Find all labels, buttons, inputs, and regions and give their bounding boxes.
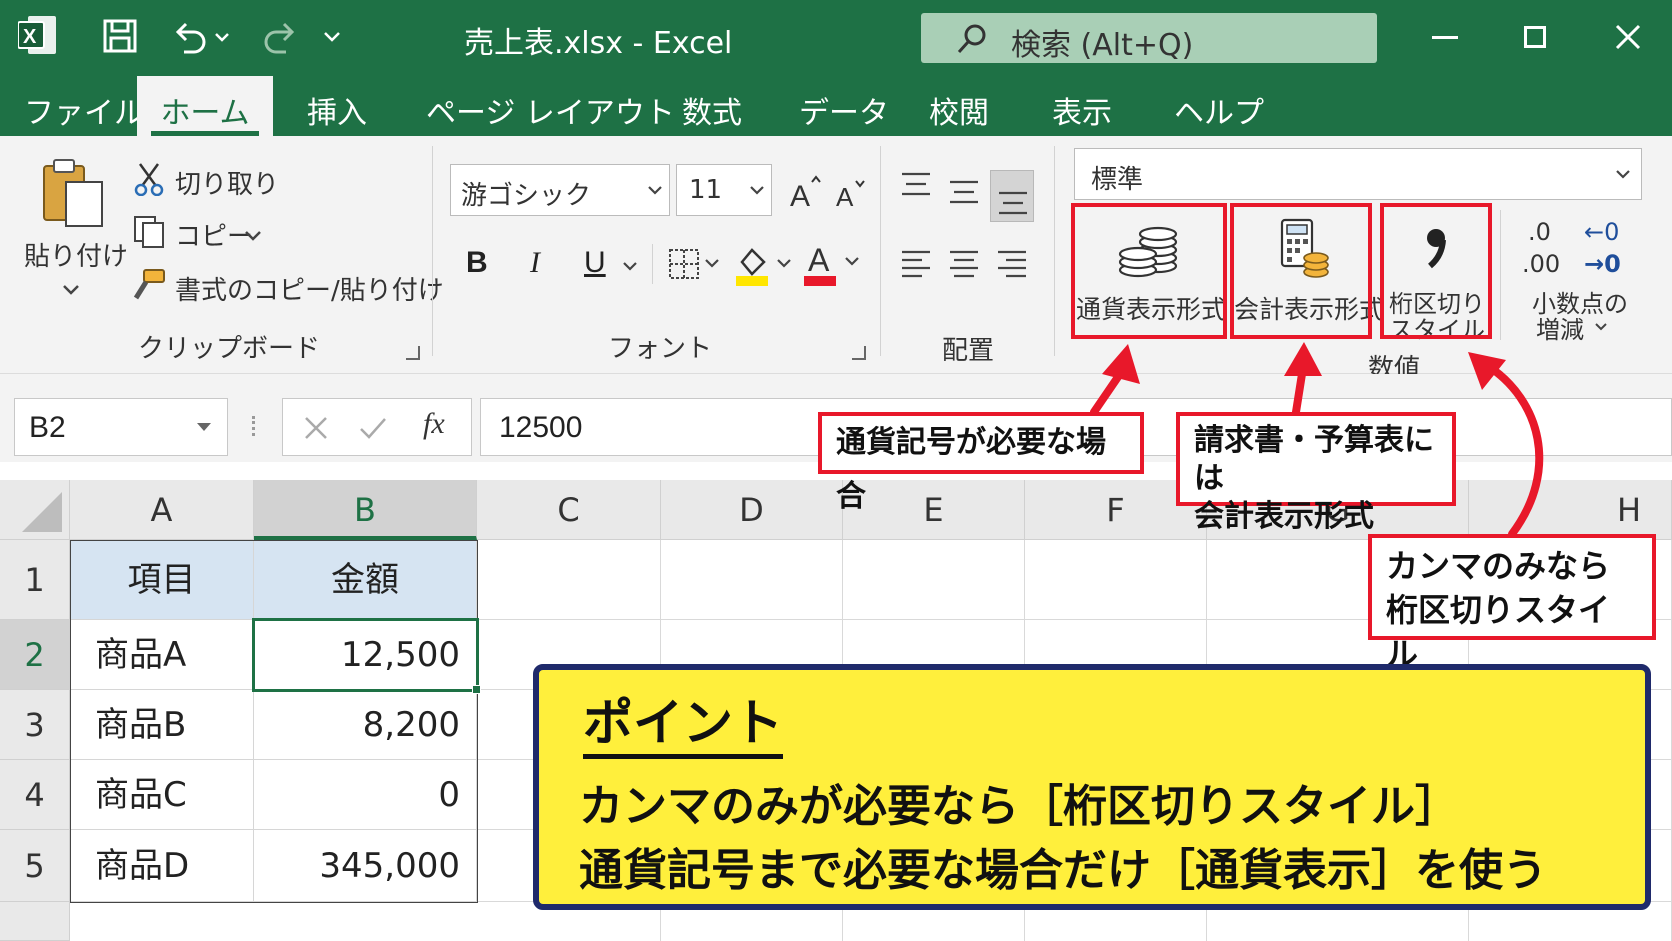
point-line1: カンマのみが必要なら［桁区切りスタイル］ <box>579 781 1459 832</box>
accounting-callout-line2: 会計表示形式 <box>1194 499 1374 534</box>
currency-arrowhead <box>1102 344 1140 384</box>
point-box: ポイント カンマのみが必要なら［桁区切りスタイル］ 通貨記号まで必要な場合だけ［… <box>533 664 1651 910</box>
accounting-callout: 請求書・予算表には 会計表示形式 <box>1176 412 1456 534</box>
accounting-arrowhead <box>1284 342 1322 376</box>
accounting-callout-line1: 請求書・予算表には <box>1194 423 1434 496</box>
comma-callout-line1: カンマのみなら <box>1386 547 1611 585</box>
accounting-arrow-line <box>1292 370 1306 416</box>
comma-arrow-line <box>1484 362 1544 538</box>
point-title: ポイント <box>583 692 783 759</box>
point-line2: 通貨記号まで必要な場合だけ［通貨表示］を使う <box>579 845 1547 896</box>
comma-callout: カンマのみなら 桁区切りスタイル <box>1368 534 1656 673</box>
comma-callout-line2: 桁区切りスタイル <box>1386 591 1611 673</box>
currency-callout: 通貨記号が必要な場合 <box>818 412 1144 514</box>
currency-arrow-line <box>1090 370 1124 416</box>
